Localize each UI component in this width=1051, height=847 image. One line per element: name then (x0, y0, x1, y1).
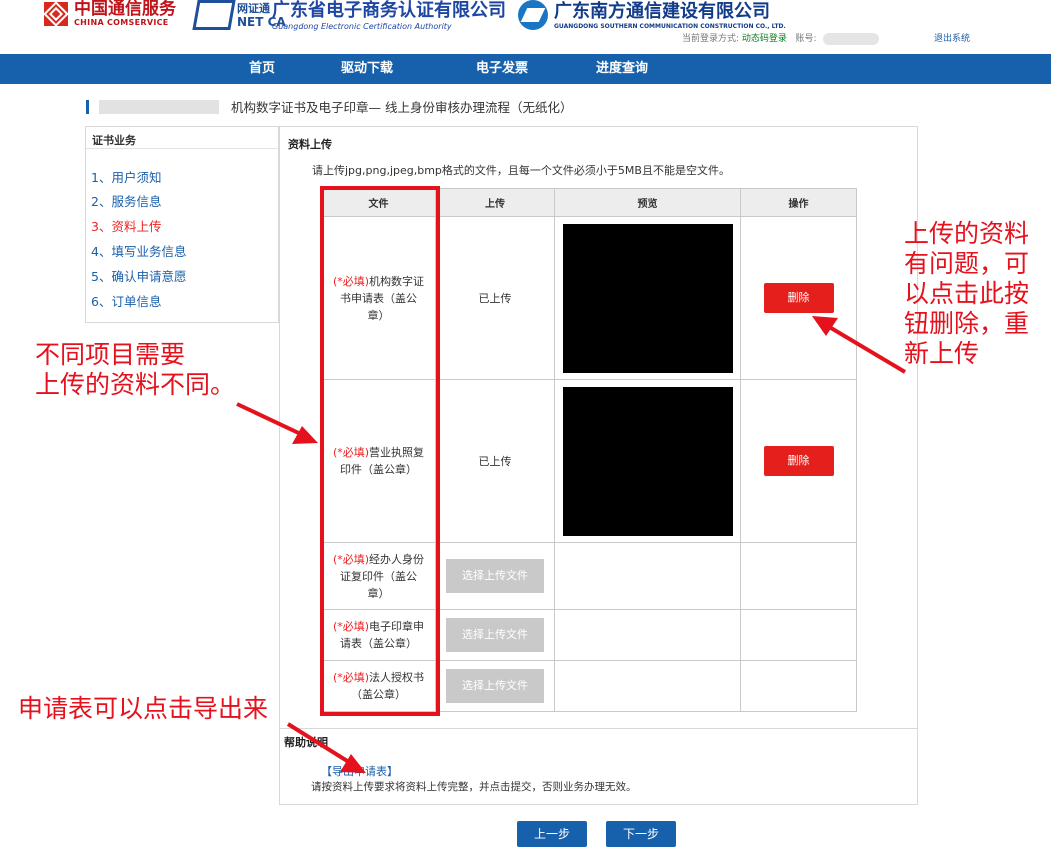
arrow-to-export-icon (286, 722, 354, 766)
arrowhead-icon (292, 426, 318, 444)
arrow-to-delete-icon (824, 323, 907, 374)
arrowhead-icon (812, 316, 838, 336)
annotation-arrows (236, 316, 907, 773)
arrow-to-items-icon (236, 402, 306, 438)
